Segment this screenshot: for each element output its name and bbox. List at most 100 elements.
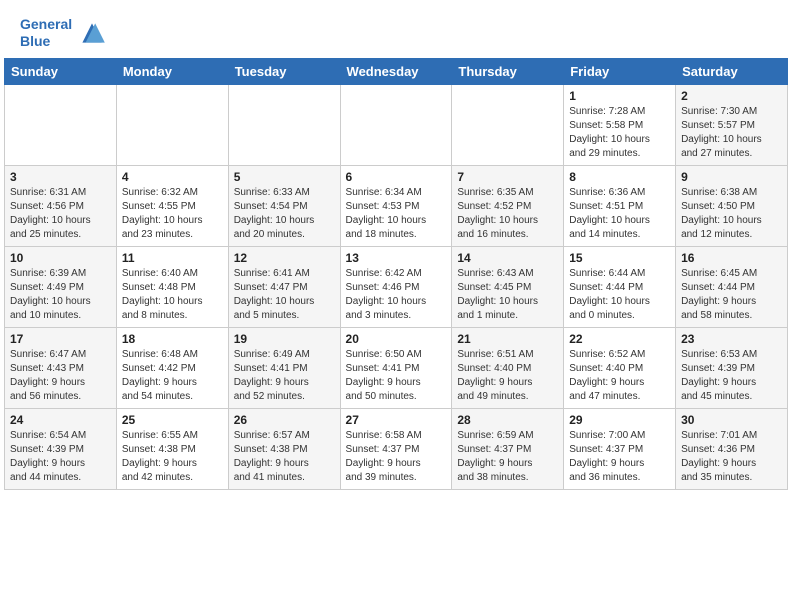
day-info: Sunrise: 6:48 AM Sunset: 4:42 PM Dayligh… xyxy=(122,348,223,404)
calendar-cell: 14Sunrise: 6:43 AM Sunset: 4:45 PM Dayli… xyxy=(452,246,564,327)
day-info: Sunrise: 6:36 AM Sunset: 4:51 PM Dayligh… xyxy=(569,186,670,242)
calendar-cell xyxy=(116,84,228,165)
day-info: Sunrise: 7:01 AM Sunset: 4:36 PM Dayligh… xyxy=(681,429,782,485)
day-info: Sunrise: 6:49 AM Sunset: 4:41 PM Dayligh… xyxy=(234,348,335,404)
day-info: Sunrise: 6:33 AM Sunset: 4:54 PM Dayligh… xyxy=(234,186,335,242)
day-info: Sunrise: 6:32 AM Sunset: 4:55 PM Dayligh… xyxy=(122,186,223,242)
logo-icon xyxy=(76,17,108,49)
day-info: Sunrise: 6:58 AM Sunset: 4:37 PM Dayligh… xyxy=(346,429,447,485)
day-number: 29 xyxy=(569,413,670,427)
day-info: Sunrise: 6:51 AM Sunset: 4:40 PM Dayligh… xyxy=(457,348,558,404)
calendar-cell: 25Sunrise: 6:55 AM Sunset: 4:38 PM Dayli… xyxy=(116,408,228,489)
day-info: Sunrise: 7:30 AM Sunset: 5:57 PM Dayligh… xyxy=(681,105,782,161)
calendar-cell: 15 Sunrise: 6:44 AM Sunset: 4:44 PM Dayli… xyxy=(564,246,676,327)
header-day-tuesday: Tuesday xyxy=(228,58,340,84)
day-info: Sunrise: 6:39 AM Sunset: 4:49 PM Dayligh… xyxy=(10,267,111,323)
calendar-cell: 16 Sunrise: 6:45 AM Sunset: 4:44 PM Dayli… xyxy=(676,246,788,327)
day-number: 10 xyxy=(10,251,111,265)
calendar-cell: 29 Sunrise: 7:00 AM Sunset: 4:37 PM Dayli… xyxy=(564,408,676,489)
day-number: 6 xyxy=(346,170,447,184)
calendar-cell xyxy=(5,84,117,165)
day-info: Sunrise: 6:54 AM Sunset: 4:39 PM Dayligh… xyxy=(10,429,111,485)
calendar-cell: 8Sunrise: 6:36 AM Sunset: 4:51 PM Daylig… xyxy=(564,165,676,246)
logo-blue: Blue xyxy=(20,33,72,50)
day-number: 3 xyxy=(10,170,111,184)
calendar-cell: 23 Sunrise: 6:53 AM Sunset: 4:39 PM Dayli… xyxy=(676,327,788,408)
day-number: 27 xyxy=(346,413,447,427)
logo: General Blue xyxy=(20,16,108,50)
logo-blue-text: Blue xyxy=(20,33,50,49)
header-day-sunday: Sunday xyxy=(5,58,117,84)
day-info: Sunrise: 6:40 AM Sunset: 4:48 PM Dayligh… xyxy=(122,267,223,323)
calendar-table: SundayMondayTuesdayWednesdayThursdayFrid… xyxy=(4,58,788,490)
calendar-cell: 13Sunrise: 6:42 AM Sunset: 4:46 PM Dayli… xyxy=(340,246,452,327)
week-row-1: 1 Sunrise: 7:28 AM Sunset: 5:58 PM Daylig… xyxy=(5,84,788,165)
day-number: 12 xyxy=(234,251,335,265)
calendar-cell: 5Sunrise: 6:33 AM Sunset: 4:54 PM Daylig… xyxy=(228,165,340,246)
calendar-cell: 18 Sunrise: 6:48 AM Sunset: 4:42 PM Dayli… xyxy=(116,327,228,408)
calendar-cell: 26Sunrise: 6:57 AM Sunset: 4:38 PM Dayli… xyxy=(228,408,340,489)
day-info: Sunrise: 6:50 AM Sunset: 4:41 PM Dayligh… xyxy=(346,348,447,404)
day-info: Sunrise: 6:41 AM Sunset: 4:47 PM Dayligh… xyxy=(234,267,335,323)
calendar-cell: 1 Sunrise: 7:28 AM Sunset: 5:58 PM Daylig… xyxy=(564,84,676,165)
day-number: 7 xyxy=(457,170,558,184)
calendar-cell: 3Sunrise: 6:31 AM Sunset: 4:56 PM Daylig… xyxy=(5,165,117,246)
day-info: Sunrise: 6:45 AM Sunset: 4:44 PM Dayligh… xyxy=(681,267,782,323)
day-number: 9 xyxy=(681,170,782,184)
day-info: Sunrise: 6:44 AM Sunset: 4:44 PM Dayligh… xyxy=(569,267,670,323)
calendar-cell xyxy=(340,84,452,165)
calendar-cell: 30Sunrise: 7:01 AM Sunset: 4:36 PM Dayli… xyxy=(676,408,788,489)
page-header: General Blue xyxy=(0,0,792,58)
day-number: 20 xyxy=(346,332,447,346)
day-number: 15 xyxy=(569,251,670,265)
calendar-cell: 22 Sunrise: 6:52 AM Sunset: 4:40 PM Dayli… xyxy=(564,327,676,408)
day-info: Sunrise: 6:57 AM Sunset: 4:38 PM Dayligh… xyxy=(234,429,335,485)
day-number: 21 xyxy=(457,332,558,346)
header-day-wednesday: Wednesday xyxy=(340,58,452,84)
day-number: 24 xyxy=(10,413,111,427)
calendar-cell: 12 Sunrise: 6:41 AM Sunset: 4:47 PM Dayli… xyxy=(228,246,340,327)
day-info: Sunrise: 6:59 AM Sunset: 4:37 PM Dayligh… xyxy=(457,429,558,485)
day-number: 28 xyxy=(457,413,558,427)
calendar-cell: 6Sunrise: 6:34 AM Sunset: 4:53 PM Daylig… xyxy=(340,165,452,246)
header-day-thursday: Thursday xyxy=(452,58,564,84)
week-row-3: 10 Sunrise: 6:39 AM Sunset: 4:49 PM Dayli… xyxy=(5,246,788,327)
day-info: Sunrise: 7:28 AM Sunset: 5:58 PM Dayligh… xyxy=(569,105,670,161)
week-row-5: 24 Sunrise: 6:54 AM Sunset: 4:39 PM Dayli… xyxy=(5,408,788,489)
logo-general: General xyxy=(20,16,72,32)
day-info: Sunrise: 6:42 AM Sunset: 4:46 PM Dayligh… xyxy=(346,267,447,323)
day-info: Sunrise: 6:55 AM Sunset: 4:38 PM Dayligh… xyxy=(122,429,223,485)
calendar-cell: 20 Sunrise: 6:50 AM Sunset: 4:41 PM Dayli… xyxy=(340,327,452,408)
calendar-cell: 27 Sunrise: 6:58 AM Sunset: 4:37 PM Dayli… xyxy=(340,408,452,489)
header-day-friday: Friday xyxy=(564,58,676,84)
calendar-cell: 2 Sunrise: 7:30 AM Sunset: 5:57 PM Daylig… xyxy=(676,84,788,165)
day-info: Sunrise: 6:47 AM Sunset: 4:43 PM Dayligh… xyxy=(10,348,111,404)
day-info: Sunrise: 6:38 AM Sunset: 4:50 PM Dayligh… xyxy=(681,186,782,242)
calendar-header: SundayMondayTuesdayWednesdayThursdayFrid… xyxy=(5,58,788,84)
day-number: 18 xyxy=(122,332,223,346)
calendar-cell: 4Sunrise: 6:32 AM Sunset: 4:55 PM Daylig… xyxy=(116,165,228,246)
calendar-cell xyxy=(228,84,340,165)
calendar-cell: 9 Sunrise: 6:38 AM Sunset: 4:50 PM Daylig… xyxy=(676,165,788,246)
day-number: 11 xyxy=(122,251,223,265)
header-row: SundayMondayTuesdayWednesdayThursdayFrid… xyxy=(5,58,788,84)
day-info: Sunrise: 6:52 AM Sunset: 4:40 PM Dayligh… xyxy=(569,348,670,404)
day-number: 16 xyxy=(681,251,782,265)
day-number: 19 xyxy=(234,332,335,346)
calendar-cell: 19 Sunrise: 6:49 AM Sunset: 4:41 PM Dayli… xyxy=(228,327,340,408)
day-info: Sunrise: 7:00 AM Sunset: 4:37 PM Dayligh… xyxy=(569,429,670,485)
header-day-monday: Monday xyxy=(116,58,228,84)
calendar-cell: 7Sunrise: 6:35 AM Sunset: 4:52 PM Daylig… xyxy=(452,165,564,246)
calendar-cell: 28 Sunrise: 6:59 AM Sunset: 4:37 PM Dayli… xyxy=(452,408,564,489)
day-info: Sunrise: 6:53 AM Sunset: 4:39 PM Dayligh… xyxy=(681,348,782,404)
day-number: 2 xyxy=(681,89,782,103)
day-number: 14 xyxy=(457,251,558,265)
day-number: 23 xyxy=(681,332,782,346)
calendar-cell: 21 Sunrise: 6:51 AM Sunset: 4:40 PM Dayli… xyxy=(452,327,564,408)
week-row-4: 17Sunrise: 6:47 AM Sunset: 4:43 PM Dayli… xyxy=(5,327,788,408)
day-number: 22 xyxy=(569,332,670,346)
calendar-wrapper: SundayMondayTuesdayWednesdayThursdayFrid… xyxy=(0,58,792,494)
calendar-cell: 17Sunrise: 6:47 AM Sunset: 4:43 PM Dayli… xyxy=(5,327,117,408)
day-number: 1 xyxy=(569,89,670,103)
week-row-2: 3Sunrise: 6:31 AM Sunset: 4:56 PM Daylig… xyxy=(5,165,788,246)
